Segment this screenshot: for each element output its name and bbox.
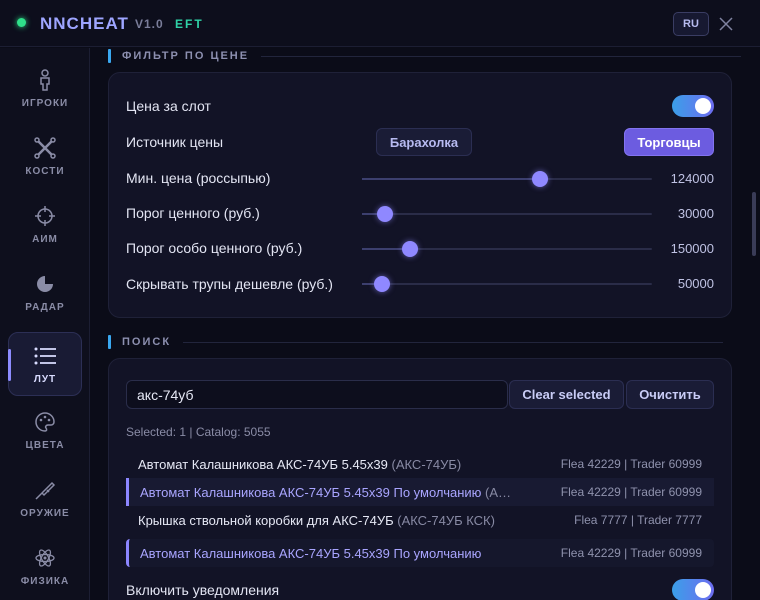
game-tag: EFT — [175, 17, 204, 31]
section-divider — [261, 55, 742, 57]
sidebar: ИГРОКИ КОСТИ АИМ РАДАР ЛУТ ЦВЕТА ОРУЖИЕ … — [0, 48, 90, 600]
slider-value: 50000 — [677, 276, 714, 291]
sidebar-label: ИГРОКИ — [21, 97, 69, 109]
selected-item-chip[interactable]: Автомат Калашникова АКС-74УБ 5.45x39 По … — [126, 539, 714, 567]
item-alias: (АКС-74УБ) — [391, 456, 462, 472]
sidebar-item-weapons[interactable]: ОРУЖИЕ — [8, 466, 82, 530]
close-button[interactable] — [716, 14, 736, 34]
result-name: Автомат Калашникова АКС-74УБ 5.45x39 По … — [140, 485, 511, 500]
result-row-selected[interactable]: Автомат Калашникова АКС-74УБ 5.45x39 По … — [126, 478, 714, 506]
section-title: ФИЛЬТР ПО ЦЕНЕ — [122, 50, 250, 62]
sidebar-item-radar[interactable]: РАДАР — [8, 260, 82, 324]
sidebar-item-aim[interactable]: АИМ — [8, 192, 82, 256]
search-input[interactable]: акс-74уб — [126, 380, 508, 409]
hide-corpses-slider[interactable] — [362, 276, 652, 292]
slider-label: Порог особо ценного (руб.) — [126, 240, 303, 256]
price-filter-header: ФИЛЬТР ПО ЦЕНЕ — [108, 48, 742, 64]
slider-fill — [362, 178, 541, 180]
atom-icon — [33, 546, 57, 570]
clear-selected-button[interactable]: Clear selected — [509, 380, 624, 409]
item-name: Автомат Калашникова АКС-74УБ 5.45x39 По … — [140, 484, 482, 500]
slider-value: 30000 — [677, 206, 714, 221]
item-alias: (А… — [485, 484, 512, 500]
app-version: V1.0 — [135, 17, 164, 31]
sidebar-item-physics[interactable]: ФИЗИКА — [8, 534, 82, 598]
toggle-knob — [695, 582, 711, 598]
price-per-slot-toggle[interactable] — [672, 95, 714, 117]
notify-label: Включить уведомления — [126, 582, 280, 598]
item-name: Крышка ствольной коробки для АКС-74УБ — [138, 512, 394, 528]
section-accent — [108, 335, 111, 349]
sidebar-item-loot[interactable]: ЛУТ — [8, 332, 82, 396]
app-name: NNCHEAT — [40, 14, 129, 33]
language-button[interactable]: RU — [673, 12, 709, 36]
notify-toggle[interactable] — [672, 579, 714, 600]
result-row[interactable]: Крышка ствольной коробки для АКС-74УБ (А… — [126, 506, 714, 534]
min-price-slider[interactable] — [362, 171, 652, 187]
sidebar-label: ФИЗИКА — [20, 575, 70, 587]
sidebar-item-colors[interactable]: ЦВЕТА — [8, 398, 82, 462]
rifle-icon — [33, 478, 57, 502]
slider-thumb[interactable] — [401, 241, 418, 257]
toggle-knob — [695, 98, 711, 114]
selected-item-price: Flea 42229 | Trader 60999 — [560, 546, 702, 560]
price-per-slot-label: Цена за слот — [126, 98, 211, 114]
sidebar-label: ОРУЖИЕ — [20, 507, 70, 519]
clear-button[interactable]: Очистить — [626, 380, 714, 409]
status-indicator — [17, 18, 26, 27]
sidebar-item-players[interactable]: ИГРОКИ — [8, 56, 82, 120]
sidebar-label: АИМ — [32, 233, 58, 245]
result-name: Автомат Калашникова АКС-74УБ 5.45x39 (АК… — [138, 457, 461, 472]
item-name: Автомат Калашникова АКС-74УБ 5.45x39 — [138, 456, 388, 472]
sidebar-label: ЦВЕТА — [25, 439, 65, 451]
slider-value: 150000 — [670, 241, 714, 256]
very-valuable-threshold-slider[interactable] — [362, 241, 652, 257]
valuable-threshold-slider[interactable] — [362, 206, 652, 222]
sidebar-label: КОСТИ — [25, 165, 65, 177]
slider-label: Порог ценного (руб.) — [126, 205, 260, 221]
person-icon — [33, 68, 57, 92]
source-traders-button[interactable]: Торговцы — [624, 128, 714, 156]
result-name: Крышка ствольной коробки для АКС-74УБ (А… — [138, 513, 495, 528]
sidebar-item-bones[interactable]: КОСТИ — [8, 124, 82, 188]
radar-icon — [33, 272, 57, 296]
slider-value: 124000 — [670, 171, 714, 186]
section-divider — [183, 341, 724, 343]
section-title: ПОИСК — [122, 336, 172, 348]
result-price: Flea 42229 | Trader 60999 — [560, 485, 702, 499]
title-bar: NNCHEAT V1.0 EFT RU — [0, 0, 760, 47]
palette-icon — [33, 410, 57, 434]
sidebar-label: ЛУТ — [33, 373, 57, 385]
selection-stats: Selected: 1 | Catalog: 5055 — [126, 425, 271, 439]
search-header: ПОИСК — [108, 334, 724, 350]
source-flea-button[interactable]: Барахолка — [376, 128, 472, 156]
result-price: Flea 7777 | Trader 7777 — [574, 513, 702, 527]
item-alias: (АКС-74УБ КСК) — [397, 512, 495, 528]
list-icon — [33, 344, 57, 368]
crosshair-icon — [33, 204, 57, 228]
result-row[interactable]: Автомат Калашникова АКС-74УБ 5.45x39 (АК… — [126, 450, 714, 478]
slider-label: Мин. цена (россыпью) — [126, 170, 271, 186]
scrollbar[interactable] — [752, 192, 756, 256]
slider-label: Скрывать трупы дешевле (руб.) — [126, 276, 333, 292]
selected-item-name: Автомат Калашникова АКС-74УБ 5.45x39 По … — [140, 545, 482, 561]
price-source-label: Источник цены — [126, 134, 224, 150]
close-icon — [719, 17, 733, 31]
result-price: Flea 42229 | Trader 60999 — [560, 457, 702, 471]
sidebar-label: РАДАР — [25, 301, 65, 313]
section-accent — [108, 49, 111, 63]
bones-icon — [33, 136, 57, 160]
